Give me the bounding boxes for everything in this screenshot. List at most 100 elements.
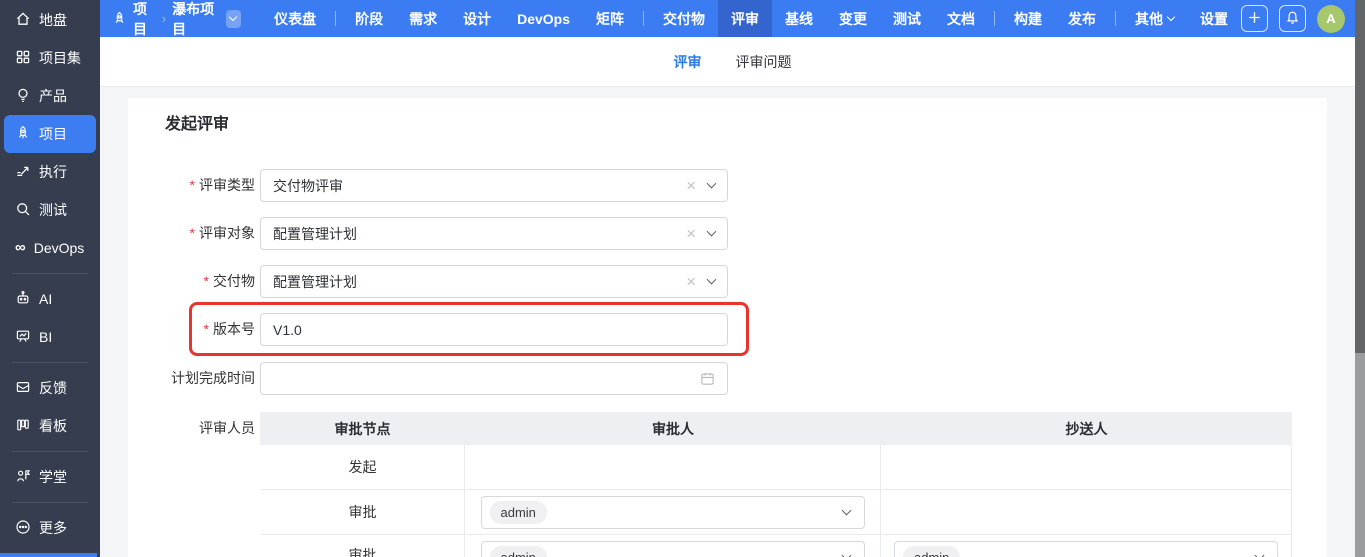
- nav-item-stage[interactable]: 阶段: [342, 0, 396, 37]
- sidebar-item-label: 项目: [39, 126, 67, 142]
- field-label-review-object: * 评审对象: [189, 225, 255, 241]
- node-label: 发起: [348, 459, 377, 475]
- sidebar-item-feedback[interactable]: 反馈: [4, 369, 96, 407]
- create-review-form: 发起评审 * 评审类型 交付物评审 × * 评审对象 配置管理计划 × * 交付物 配…: [128, 98, 1327, 557]
- teacher-icon: [15, 468, 31, 487]
- sidebar-item-execution[interactable]: 执行: [4, 153, 96, 191]
- clear-icon[interactable]: ×: [686, 225, 696, 242]
- nav-item-test[interactable]: 测试: [880, 0, 934, 37]
- nav-item-matrix[interactable]: 矩阵: [583, 0, 637, 37]
- nav-item-baseline[interactable]: 基线: [772, 0, 826, 37]
- sidebar-item-product[interactable]: 产品: [4, 77, 96, 115]
- sidebar-item-dashboard[interactable]: 地盘: [4, 1, 96, 39]
- sidebar-item-label: 地盘: [39, 12, 67, 28]
- vertical-scrollbar[interactable]: [1355, 0, 1365, 557]
- cc-select[interactable]: admin: [894, 541, 1278, 557]
- chevron-down-icon: [1254, 550, 1265, 557]
- sidebar-item-label: 更多: [39, 520, 67, 536]
- nav-divider: [994, 11, 995, 26]
- sidebar-item-program[interactable]: 项目集: [4, 39, 96, 77]
- plan-finish-date-input[interactable]: [260, 362, 728, 395]
- breadcrumb-project[interactable]: 瀑布项目: [172, 0, 218, 39]
- sidebar-item-label: 测试: [39, 202, 67, 218]
- nav-item-deliverable[interactable]: 交付物: [650, 0, 718, 37]
- sidebar-item-label: AI: [39, 291, 53, 307]
- nav-item-review[interactable]: 评审: [718, 0, 772, 37]
- mail-icon: [15, 379, 31, 398]
- sidebar-item-ai[interactable]: AI: [4, 280, 96, 318]
- nav-item-devops[interactable]: DevOps: [504, 0, 583, 37]
- plus-icon: [1247, 10, 1262, 28]
- clear-icon[interactable]: ×: [686, 177, 696, 194]
- field-label-reviewers: 评审人员: [199, 420, 255, 436]
- top-navbar: 项目 › 瀑布项目 仪表盘 阶段 需求 设计 DevOps 矩阵 交付物 评审 …: [100, 0, 1365, 37]
- user-tag: admin: [903, 546, 961, 557]
- nav-item-settings[interactable]: 设置: [1187, 0, 1241, 37]
- home-icon: [15, 11, 31, 30]
- sidebar-item-kanban[interactable]: 看板: [4, 407, 96, 445]
- review-type-select[interactable]: 交付物评审 ×: [260, 169, 728, 202]
- presentation-icon: [15, 328, 31, 347]
- sidebar-item-label: 执行: [39, 164, 67, 180]
- secondary-tabbar: 评审 评审问题: [100, 37, 1365, 87]
- sidebar-item-academy[interactable]: 学堂: [4, 458, 96, 496]
- chevron-down-icon: [229, 12, 238, 22]
- approver-select[interactable]: admin: [480, 541, 865, 557]
- version-input[interactable]: V1.0: [260, 313, 728, 346]
- reviewers-table-header: 审批节点 审批人 抄送人: [260, 412, 1292, 445]
- sidebar-item-label: DevOps: [33, 240, 85, 256]
- deliverable-select[interactable]: 配置管理计划 ×: [260, 265, 728, 298]
- chevron-down-icon: [1166, 12, 1176, 22]
- nav-item-build[interactable]: 构建: [1001, 0, 1055, 37]
- scrollbar-track: [1355, 353, 1365, 557]
- scrollbar-thumb[interactable]: [1355, 0, 1365, 353]
- nav-item-change[interactable]: 变更: [826, 0, 880, 37]
- nav-item-design[interactable]: 设计: [450, 0, 504, 37]
- review-type-value: 交付物评审: [273, 177, 343, 194]
- sidebar: 地盘 项目集 产品 项目 执行 测试 ∞ DevOps AI BI 反馈 看板: [0, 0, 100, 557]
- infinity-icon: ∞: [15, 239, 26, 256]
- clear-icon[interactable]: ×: [686, 273, 696, 290]
- user-tag: admin: [489, 500, 547, 524]
- breadcrumb-separator: ›: [161, 11, 167, 26]
- nav-item-other[interactable]: 其他: [1122, 0, 1187, 37]
- project-switch-button[interactable]: [225, 9, 242, 28]
- nav-item-doc[interactable]: 文档: [934, 0, 988, 37]
- ellipsis-circle-icon: [15, 519, 31, 538]
- sidebar-item-label: 项目集: [39, 50, 81, 66]
- sidebar-item-project[interactable]: 项目: [4, 115, 96, 153]
- sidebar-divider: [12, 362, 88, 363]
- field-label-review-type: * 评审类型: [189, 177, 255, 193]
- kanban-icon: [15, 417, 31, 436]
- sidebar-item-bi[interactable]: BI: [4, 318, 96, 356]
- tab-review[interactable]: 评审: [674, 52, 702, 72]
- breadcrumb-app[interactable]: 项目: [133, 0, 156, 39]
- navbar-menu: 仪表盘 阶段 需求 设计 DevOps 矩阵 交付物 评审 基线 变更 测试 文…: [261, 0, 1241, 37]
- breadcrumb: 项目 › 瀑布项目: [112, 0, 242, 39]
- sidebar-item-devops[interactable]: ∞ DevOps: [4, 229, 96, 267]
- page-title: 发起评审: [165, 116, 230, 133]
- chevron-down-icon: [706, 226, 717, 237]
- field-label-deliverable: * 交付物: [203, 273, 255, 289]
- version-value: V1.0: [273, 321, 302, 338]
- nav-item-release[interactable]: 发布: [1055, 0, 1109, 37]
- approver-cell: [465, 445, 881, 489]
- notifications-button[interactable]: [1279, 5, 1306, 32]
- sidebar-item-label: 看板: [39, 418, 67, 434]
- review-object-select[interactable]: 配置管理计划 ×: [260, 217, 728, 250]
- field-label-plan-finish: 计划完成时间: [171, 370, 255, 386]
- create-button[interactable]: [1241, 5, 1268, 32]
- nav-divider: [1115, 11, 1116, 26]
- review-object-value: 配置管理计划: [273, 225, 357, 242]
- user-tag: admin: [489, 546, 547, 557]
- sidebar-item-testing[interactable]: 测试: [4, 191, 96, 229]
- sidebar-divider: [12, 451, 88, 452]
- chevron-down-icon: [841, 550, 851, 557]
- tab-review-issues[interactable]: 评审问题: [736, 52, 792, 72]
- nav-item-story[interactable]: 需求: [396, 0, 450, 37]
- nav-item-dashboard[interactable]: 仪表盘: [261, 0, 329, 37]
- nav-divider: [335, 11, 337, 26]
- user-avatar[interactable]: A: [1317, 4, 1345, 33]
- sidebar-item-more[interactable]: 更多: [4, 509, 96, 547]
- approver-select[interactable]: admin: [480, 495, 865, 529]
